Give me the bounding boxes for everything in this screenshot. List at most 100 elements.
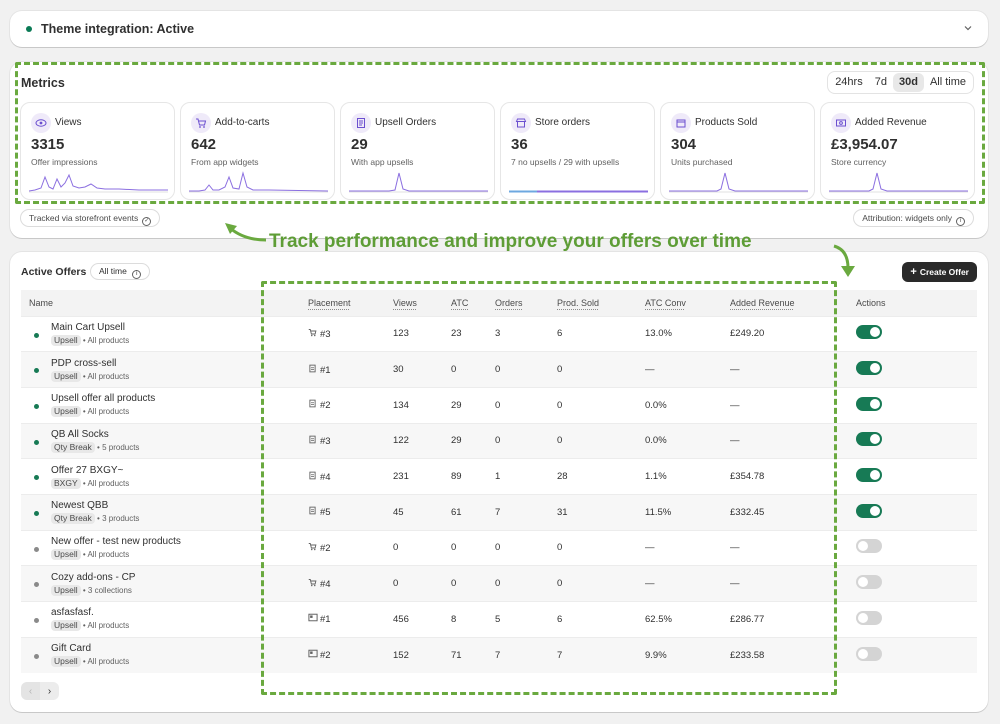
status-dot	[34, 653, 39, 659]
cell-added-revenue: —	[730, 386, 856, 424]
offer-name[interactable]: QB All Socks	[51, 429, 303, 440]
offer-active-toggle[interactable]	[856, 396, 882, 411]
table-row[interactable]: Offer 27 BXGY~ BXGY • All products #4 231 89…	[21, 458, 977, 495]
cell-name: asfasfasf. Upsell • All products	[21, 601, 303, 638]
metric-label: Upsell Orders	[375, 117, 437, 128]
cell-atc: 8	[451, 601, 495, 638]
cell-name: Gift Card Upsell • All products	[21, 636, 303, 673]
cell-prod-sold: 0	[557, 565, 645, 602]
column-header-added-revenue[interactable]: Added Revenue	[730, 290, 856, 316]
range-30d-button[interactable]: 30d	[892, 73, 924, 92]
offer-name[interactable]: PDP cross-sell	[51, 358, 303, 369]
column-header-views[interactable]: Views	[393, 290, 451, 316]
offer-active-toggle[interactable]	[856, 468, 882, 483]
metric-value: 36	[511, 136, 528, 153]
offer-type-tag: Qty Break	[51, 441, 95, 453]
table-row[interactable]: Gift Card Upsell • All products #2 152 71 7 7 9…	[21, 636, 977, 673]
placement-value: #1	[320, 614, 331, 626]
cell-added-revenue: —	[730, 351, 856, 388]
offer-meta: Upsell • All products	[51, 334, 303, 346]
plus-icon: +	[910, 266, 917, 278]
theme-integration-panel[interactable]: Theme integration: Active	[10, 11, 988, 47]
table-row[interactable]: PDP cross-sell Upsell • All products #1 30 0…	[21, 351, 977, 388]
header-label: ATC Conv	[645, 297, 686, 308]
cell-placement: #2	[303, 529, 393, 566]
next-page-button[interactable]: ›	[40, 682, 59, 700]
offers-range-badge[interactable]: All time i	[90, 263, 151, 280]
metric-card-store-orders: Store orders 36 7 no upsells / 29 with u…	[500, 102, 655, 200]
offer-name[interactable]: Upsell offer all products	[51, 393, 303, 404]
range-all-time-button[interactable]: All time	[924, 73, 972, 92]
offer-type-tag: Upsell	[51, 334, 81, 346]
offer-name[interactable]: Cozy add-ons - CP	[51, 572, 303, 583]
cell-atc: 61	[451, 493, 495, 531]
cell-orders: 7	[495, 493, 557, 531]
column-header-prod-sold[interactable]: Prod. Sold	[557, 290, 645, 316]
create-offer-label: Create Offer	[919, 267, 969, 277]
metric-subtitle: 7 no upsells / 29 with upsells	[511, 157, 620, 167]
column-header-actions: Actions	[856, 290, 977, 316]
table-row[interactable]: Main Cart Upsell Upsell • All products #3 1…	[21, 315, 977, 352]
offer-active-toggle[interactable]	[856, 432, 882, 447]
offer-active-toggle[interactable]	[856, 361, 882, 376]
offer-meta: Upsell • All products	[51, 370, 303, 382]
cell-atc-conv: 9.9%	[645, 636, 730, 673]
cell-orders: 1	[495, 458, 557, 495]
offer-active-toggle[interactable]	[856, 610, 882, 625]
cell-atc-conv: —	[645, 565, 730, 602]
chevron-down-icon[interactable]	[962, 22, 974, 34]
offer-active-toggle[interactable]	[856, 575, 882, 590]
offer-name[interactable]: Gift Card	[51, 643, 303, 654]
cell-prod-sold: 6	[557, 315, 645, 352]
table-row[interactable]: New offer - test new products Upsell • Al…	[21, 529, 977, 566]
previous-page-button[interactable]: ‹	[21, 682, 40, 700]
cell-name: QB All Socks Qty Break • 5 products	[21, 422, 303, 459]
offer-scope: 3 products	[102, 514, 140, 524]
cell-added-revenue: —	[730, 422, 856, 459]
offer-scope: All products	[87, 371, 130, 381]
sparkline-chart	[669, 172, 808, 193]
create-offer-button[interactable]: + Create Offer	[902, 262, 977, 282]
attribution-badge[interactable]: Attribution: widgets only i	[853, 209, 974, 227]
table-row[interactable]: Upsell offer all products Upsell • All pr…	[21, 386, 977, 424]
info-icon: i	[132, 270, 142, 279]
status-dot	[34, 582, 39, 588]
header-label: ATC	[451, 297, 469, 308]
bullet-separator: •	[82, 621, 86, 631]
cell-added-revenue: £233.58	[730, 636, 856, 673]
cell-views: 152	[393, 636, 451, 673]
toggle-knob	[870, 363, 880, 374]
toggle-knob	[858, 612, 868, 623]
offer-meta: Qty Break • 3 products	[51, 513, 303, 525]
column-header-orders[interactable]: Orders	[495, 290, 557, 316]
cell-placement: #4	[303, 458, 393, 495]
card-icon	[308, 613, 318, 624]
metric-subtitle: Offer impressions	[31, 157, 98, 167]
offer-name[interactable]: Offer 27 BXGY~	[51, 465, 303, 476]
offer-active-toggle[interactable]	[856, 539, 882, 554]
offer-active-toggle[interactable]	[856, 646, 882, 661]
table-row[interactable]: asfasfasf. Upsell • All products #1 456 8 5 6 6…	[21, 601, 977, 638]
cell-atc: 0	[451, 529, 495, 566]
offer-name[interactable]: Newest QBB	[51, 500, 303, 511]
cell-added-revenue: —	[730, 565, 856, 602]
offer-name[interactable]: New offer - test new products	[51, 536, 303, 547]
offer-type-tag: Upsell	[51, 620, 81, 632]
table-row[interactable]: Newest QBB Qty Break • 3 products #5 45 61 7 3…	[21, 493, 977, 531]
cell-added-revenue: £354.78	[730, 458, 856, 495]
cell-placement: #1	[303, 351, 393, 388]
column-header-atc[interactable]: ATC	[451, 290, 495, 316]
offer-active-toggle[interactable]	[856, 503, 882, 518]
range-7d-button[interactable]: 7d	[869, 73, 893, 92]
table-row[interactable]: QB All Socks Qty Break • 5 products #3 122 2…	[21, 422, 977, 459]
column-header-atc-conv[interactable]: ATC Conv	[645, 290, 730, 316]
range-24hrs-button[interactable]: 24hrs	[829, 73, 869, 92]
offer-active-toggle[interactable]	[856, 325, 882, 340]
offer-name[interactable]: asfasfasf.	[51, 607, 303, 618]
status-dot	[34, 618, 39, 623]
offer-name[interactable]: Main Cart Upsell	[51, 322, 303, 333]
page-icon	[308, 435, 318, 446]
table-row[interactable]: Cozy add-ons - CP Upsell • 3 collections #…	[21, 565, 977, 602]
cell-prod-sold: 0	[557, 529, 645, 566]
column-header-placement[interactable]: Placement	[303, 290, 393, 316]
